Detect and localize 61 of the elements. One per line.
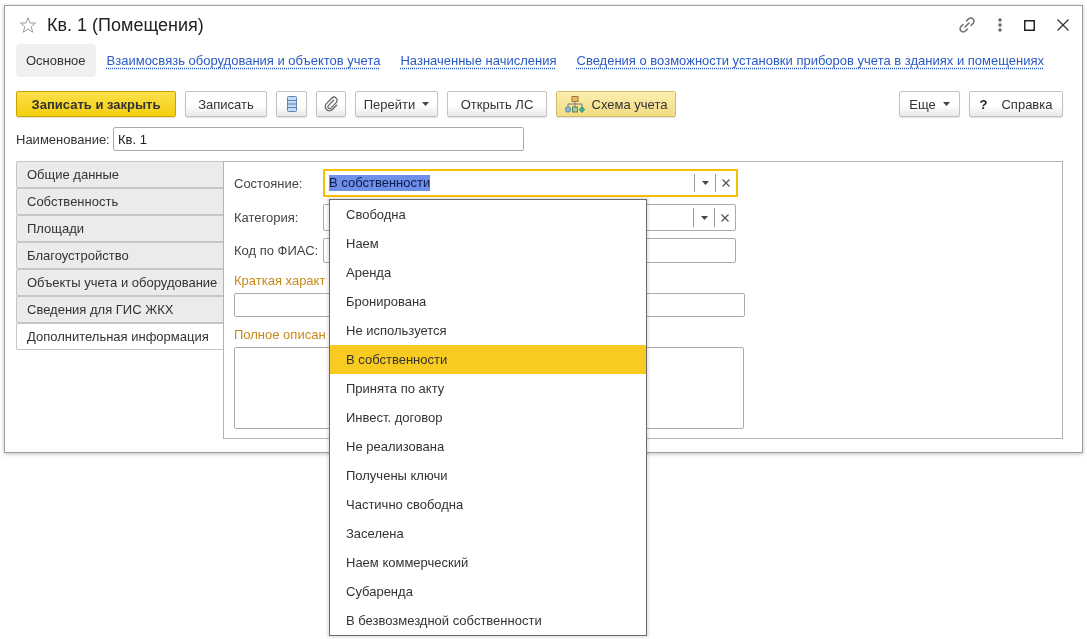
name-field[interactable]: Кв. 1 bbox=[113, 127, 524, 151]
star-icon[interactable] bbox=[20, 17, 36, 33]
dropdown-option[interactable]: Бронирована bbox=[330, 287, 646, 316]
side-tab[interactable]: Дополнительная информация bbox=[16, 323, 223, 350]
short-description-label: Краткая характ bbox=[234, 273, 326, 289]
save-and-close-button[interactable]: Записать и закрыть bbox=[16, 91, 176, 117]
caret-icon bbox=[942, 102, 950, 106]
dropdown-option[interactable]: Частично свободна bbox=[330, 490, 646, 519]
hierarchy-icon bbox=[564, 95, 585, 113]
dropdown-option[interactable]: Субаренда bbox=[330, 577, 646, 606]
clear-icon bbox=[721, 213, 729, 222]
state-combo[interactable]: В собственности bbox=[323, 169, 738, 197]
clear-icon bbox=[722, 179, 730, 187]
dropdown-option[interactable]: Принята по акту bbox=[330, 374, 646, 403]
more-menu-button[interactable]: Еще bbox=[899, 91, 960, 117]
list-button[interactable] bbox=[276, 91, 307, 117]
dropdown-option[interactable]: Наем bbox=[330, 229, 646, 258]
paperclip-icon bbox=[324, 96, 338, 112]
section-link[interactable]: Взаимосвязь оборудования и объектов учета bbox=[106, 53, 381, 68]
dropdown-option[interactable]: Аренда bbox=[330, 258, 646, 287]
caret-icon bbox=[422, 102, 430, 106]
name-label: Наименование: bbox=[16, 131, 111, 147]
category-label: Категория: bbox=[234, 210, 299, 225]
open-account-button[interactable]: Открыть ЛС bbox=[447, 91, 547, 117]
field-value: В собственности bbox=[329, 175, 431, 191]
dropdown-option[interactable]: Наем коммерческий bbox=[330, 548, 646, 577]
question-mark-icon: ? bbox=[979, 96, 988, 112]
more-icon[interactable] bbox=[998, 18, 1002, 32]
dropdown-option[interactable]: Не используется bbox=[330, 316, 646, 345]
dropdown-option[interactable]: В собственности bbox=[330, 345, 646, 374]
section-tab[interactable]: Основное bbox=[16, 44, 96, 77]
close-icon[interactable] bbox=[1057, 19, 1069, 31]
help-button[interactable]: ? Справка bbox=[969, 91, 1063, 117]
side-tab[interactable]: Сведения для ГИС ЖКХ bbox=[16, 296, 223, 323]
full-description-label: Полное описан bbox=[234, 327, 326, 343]
state-label: Состояние: bbox=[234, 175, 303, 191]
dropdown-option[interactable]: Свободна bbox=[330, 200, 646, 229]
side-tab[interactable]: Собственность bbox=[16, 188, 223, 215]
go-to-menu-button[interactable]: Перейти bbox=[355, 91, 438, 117]
side-tab[interactable]: Общие данные bbox=[16, 161, 223, 188]
dropdown-option[interactable]: Не реализована bbox=[330, 432, 646, 461]
dropdown-option[interactable]: Получены ключи bbox=[330, 461, 646, 490]
link-icon[interactable] bbox=[958, 16, 976, 34]
list-icon bbox=[286, 96, 297, 112]
window-title: Кв. 1 (Помещения) bbox=[47, 14, 205, 36]
attach-button[interactable] bbox=[316, 91, 346, 117]
caret-icon bbox=[700, 215, 708, 220]
section-link[interactable]: Сведения о возможности установки приборов учета в зданиях и помещениях bbox=[576, 53, 1044, 68]
save-button[interactable]: Записать bbox=[185, 91, 267, 117]
section-link[interactable]: Назначенные начисления bbox=[400, 53, 557, 68]
dropdown-option[interactable]: Инвест. договор bbox=[330, 403, 646, 432]
dropdown-option[interactable]: Заселена bbox=[330, 519, 646, 548]
fias-code-label: Код по ФИАС: bbox=[234, 243, 319, 258]
name-value: Кв. 1 bbox=[118, 131, 147, 147]
dropdown-option[interactable]: В безвозмездной собственности bbox=[330, 606, 646, 635]
scheme-button[interactable]: Схема учета bbox=[556, 91, 676, 117]
caret-icon bbox=[701, 181, 709, 185]
side-tab[interactable]: Объекты учета и оборудование bbox=[16, 269, 223, 296]
maximize-icon[interactable] bbox=[1024, 19, 1035, 31]
side-tab[interactable]: Благоустройство bbox=[16, 242, 223, 269]
side-tab[interactable]: Площади bbox=[16, 215, 223, 242]
